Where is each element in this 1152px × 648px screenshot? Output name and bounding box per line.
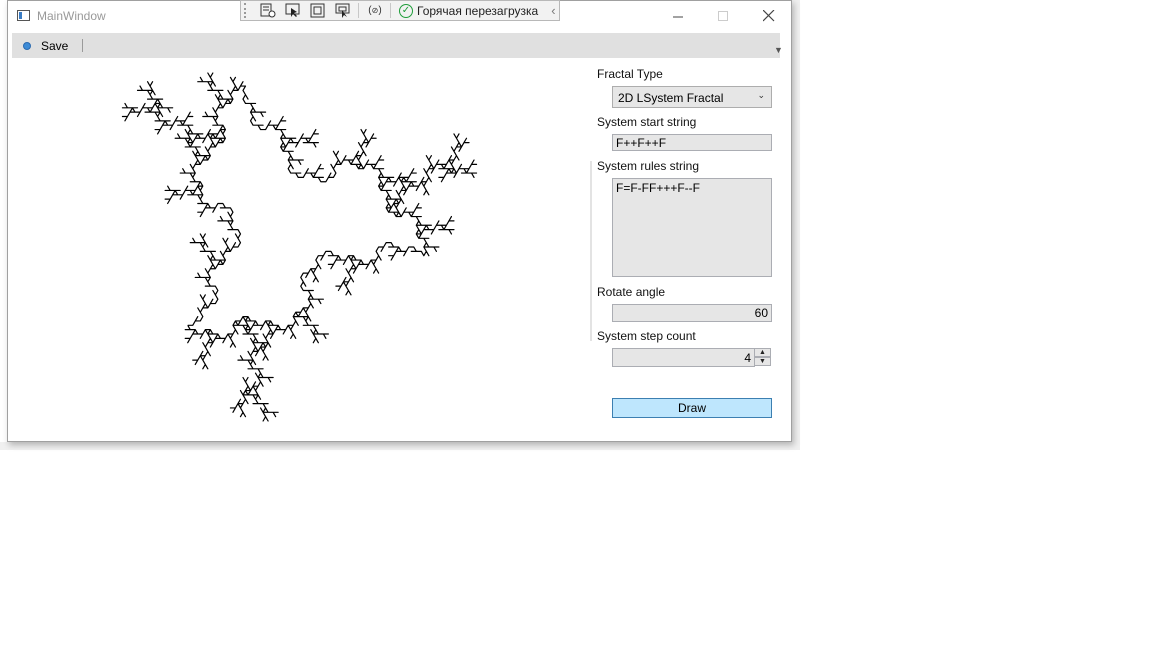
- save-label: Save: [41, 38, 69, 53]
- toolbar: Save: [12, 33, 780, 58]
- save-button[interactable]: Save: [12, 33, 77, 58]
- window-title: MainWindow: [37, 9, 106, 23]
- window-shadow-bottom: [0, 442, 800, 450]
- rotate-angle-input[interactable]: [612, 304, 772, 322]
- close-icon: [763, 10, 775, 22]
- check-icon: ✓: [399, 3, 413, 18]
- chevron-up-icon: ▲: [759, 349, 766, 356]
- fractal-type-label: Fractal Type: [597, 67, 663, 81]
- display-adorners-icon[interactable]: [309, 3, 327, 19]
- fractal-canvas: [121, 72, 478, 422]
- hot-reload-label[interactable]: Горячая перезагрузка: [417, 4, 538, 18]
- minimize-icon: [672, 16, 683, 17]
- start-string-label: System start string: [597, 115, 697, 129]
- step-down-button[interactable]: ▼: [754, 357, 771, 366]
- chevron-down-icon: ⌄: [757, 90, 765, 100]
- draw-button[interactable]: Draw: [612, 398, 772, 418]
- panel-splitter[interactable]: [590, 161, 592, 341]
- main-window: MainWindow Save Fractal Type 2D LSystem …: [7, 0, 792, 442]
- save-icon: [23, 41, 31, 50]
- fractal-path: [121, 72, 478, 422]
- live-visual-tree-icon[interactable]: [259, 3, 277, 19]
- track-focus-icon[interactable]: [334, 3, 352, 19]
- devbar-separator: [358, 3, 359, 18]
- step-up-button[interactable]: ▲: [754, 348, 771, 357]
- fractal-drawing: [121, 72, 478, 422]
- maximize-icon: [717, 10, 728, 21]
- binding-failures-icon[interactable]: (⊘): [366, 3, 384, 19]
- chevron-down-icon: ▼: [759, 358, 766, 365]
- devbar-separator: [390, 3, 391, 18]
- toolbar-overflow-icon[interactable]: ▼: [774, 45, 783, 55]
- collapse-chevron-icon[interactable]: ‹: [551, 3, 555, 18]
- app-icon: [17, 10, 30, 21]
- close-button[interactable]: [746, 1, 792, 31]
- fractal-type-value: 2D LSystem Fractal: [618, 91, 724, 105]
- rotate-angle-label: Rotate angle: [597, 285, 666, 299]
- select-element-icon[interactable]: [284, 3, 302, 19]
- grip-icon: [244, 3, 252, 18]
- step-count-input[interactable]: [612, 348, 755, 367]
- maximize-button[interactable]: [700, 1, 746, 31]
- rules-string-label: System rules string: [597, 159, 700, 173]
- step-count-label: System step count: [597, 329, 696, 343]
- window-shadow-right: [792, 0, 800, 450]
- toolbar-separator: [82, 39, 83, 52]
- rules-string-textarea[interactable]: F=F-FF+++F--F: [612, 178, 772, 277]
- minimize-button[interactable]: [655, 1, 701, 31]
- start-string-input[interactable]: [612, 134, 772, 151]
- fractal-type-combobox[interactable]: 2D LSystem Fractal ⌄: [612, 86, 772, 108]
- xaml-debug-toolbar: (⊘) ✓ Горячая перезагрузка ‹: [240, 0, 560, 21]
